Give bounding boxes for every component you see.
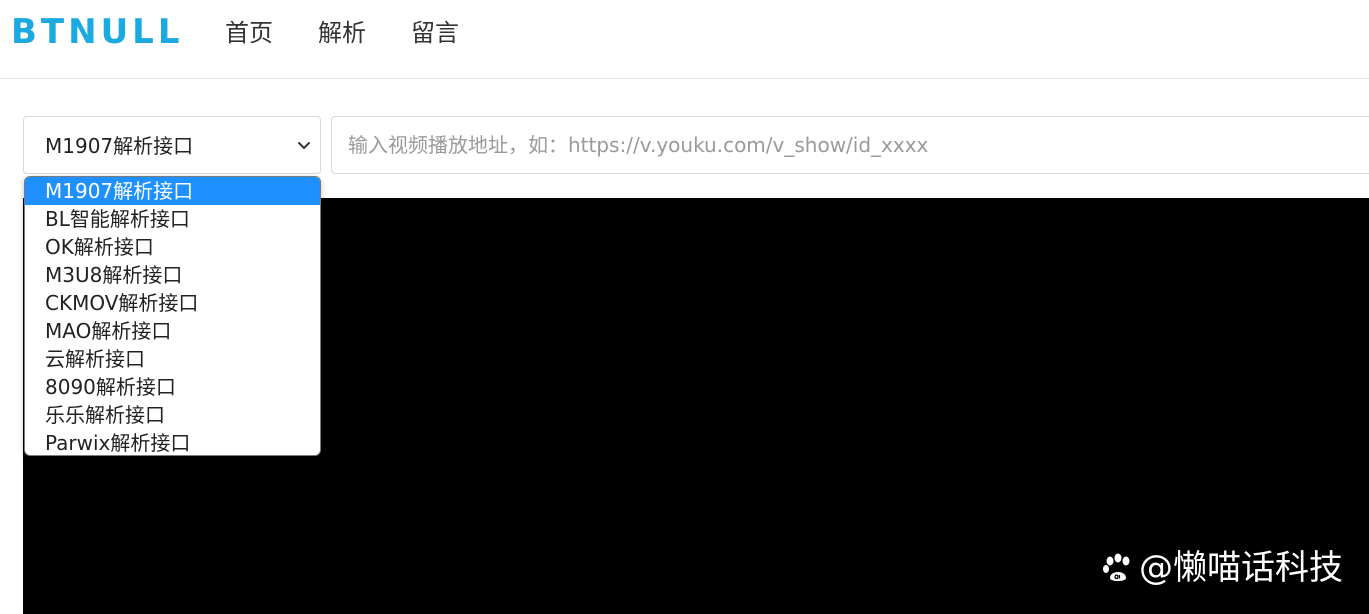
parser-option[interactable]: M1907解析接口 bbox=[25, 177, 320, 205]
chevron-down-icon bbox=[298, 142, 310, 149]
parser-option[interactable]: OK解析接口 bbox=[25, 233, 320, 261]
parser-option[interactable]: Parwix解析接口 bbox=[25, 429, 320, 455]
brand-logo[interactable]: BTNULL bbox=[11, 10, 184, 54]
nav-home-link[interactable]: 首页 bbox=[225, 16, 273, 50]
parser-option[interactable]: 云解析接口 bbox=[25, 345, 320, 373]
parser-select-value: M1907解析接口 bbox=[45, 134, 194, 158]
parser-select[interactable]: M1907解析接口 bbox=[23, 116, 321, 174]
parser-option[interactable]: BL智能解析接口 bbox=[25, 205, 320, 233]
navbar: BTNULL 首页 解析 留言 bbox=[0, 0, 1369, 79]
watermark: @懒喵话科技 bbox=[1101, 546, 1343, 590]
video-url-input[interactable] bbox=[331, 116, 1369, 174]
parser-option[interactable]: MAO解析接口 bbox=[25, 317, 320, 345]
watermark-text: @懒喵话科技 bbox=[1139, 548, 1343, 588]
parser-option[interactable]: 乐乐解析接口 bbox=[25, 401, 320, 429]
paw-icon bbox=[1103, 553, 1130, 581]
parser-option[interactable]: 8090解析接口 bbox=[25, 373, 320, 401]
parser-option[interactable]: M3U8解析接口 bbox=[25, 261, 320, 289]
parser-dropdown-list: M1907解析接口 BL智能解析接口 OK解析接口 M3U8解析接口 CKMOV… bbox=[24, 176, 321, 456]
nav-message-link[interactable]: 留言 bbox=[411, 16, 459, 50]
nav-parse-link[interactable]: 解析 bbox=[318, 16, 366, 50]
parser-option[interactable]: CKMOV解析接口 bbox=[25, 289, 320, 317]
